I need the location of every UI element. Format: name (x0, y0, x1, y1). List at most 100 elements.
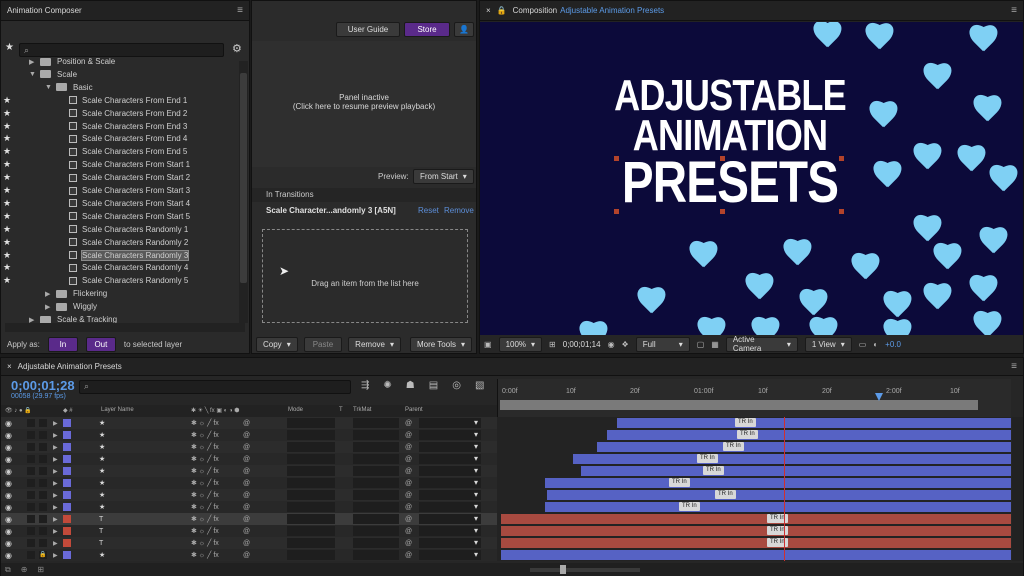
eye-icon[interactable]: ◉ (5, 515, 12, 524)
trkmat-dropdown[interactable] (353, 466, 399, 476)
parent-pickwhip-icon[interactable]: @ (405, 492, 412, 499)
trkmat-dropdown[interactable] (353, 538, 399, 548)
label-color-swatch[interactable] (63, 515, 71, 523)
tree-folder[interactable]: ▼ Basic (1, 81, 241, 94)
tree-preset-item[interactable]: ★ Scale Characters From End 1 (1, 94, 241, 107)
timeline-vscroll[interactable] (1012, 417, 1023, 561)
panel-menu-icon[interactable]: ≡ (1011, 361, 1017, 372)
transition-marker[interactable]: TR In (703, 466, 724, 475)
remove-link[interactable]: Remove (444, 204, 474, 218)
label-color-swatch[interactable] (63, 491, 71, 499)
layer-duration-bar[interactable] (597, 442, 1011, 452)
toggle-switches-icon[interactable]: ⊞ (37, 565, 44, 574)
layer-row[interactable]: ◉ ▶ ★ ✱ ☼ ╱ fx @ @ ▾ (1, 501, 497, 513)
parent-pickwhip-icon[interactable]: @ (405, 516, 412, 523)
solo-box[interactable] (27, 539, 35, 547)
parent-dropdown[interactable]: ▾ (419, 442, 481, 452)
composer-tab[interactable]: Animation Composer ≡ (1, 1, 249, 21)
solo-box[interactable] (27, 443, 35, 451)
layer-switches[interactable]: ✱ ☼ ╱ fx (191, 479, 219, 487)
paste-button[interactable]: Paste (303, 336, 343, 352)
layer-switches[interactable]: ✱ ☼ ╱ fx (191, 503, 219, 511)
tree-preset-item[interactable]: ★ Scale Characters From Start 2 (1, 171, 241, 184)
col-trkmat[interactable]: TrkMat (353, 407, 371, 413)
label-color-swatch[interactable] (63, 455, 71, 463)
layer-search-input[interactable]: ⌕ (79, 380, 351, 394)
parent-dropdown[interactable]: ▾ (419, 466, 481, 476)
tree-preset-item[interactable]: ★ Scale Characters From Start 5 (1, 210, 241, 223)
tree-preset-item[interactable]: ★ Scale Characters Randomly 2 (1, 236, 241, 249)
work-area-bar[interactable] (500, 400, 978, 410)
scrollbar-thumb[interactable] (240, 73, 247, 283)
layer-duration-bar[interactable] (501, 538, 1011, 548)
tree-preset-item[interactable]: ★ Scale Characters From End 5 (1, 145, 241, 158)
eye-icon[interactable]: ◉ (5, 539, 12, 548)
camera-dropdown[interactable]: Active Camera ▾ (725, 335, 798, 353)
eye-icon[interactable]: ◉ (5, 551, 12, 560)
parent-dropdown[interactable]: ▾ (419, 502, 481, 512)
trkmat-dropdown[interactable] (353, 490, 399, 500)
resolution-dropdown[interactable]: Full ▾ (635, 336, 690, 352)
tree-preset-item[interactable]: ★ Scale Characters Randomly 5 (1, 274, 241, 287)
favorite-star-icon[interactable]: ★ (1, 133, 13, 144)
exposure-value[interactable]: +0.0 (885, 340, 901, 349)
applied-transition-row[interactable]: Scale Character...andomly 3 [A5N] Reset … (252, 204, 476, 218)
solo-box[interactable] (27, 431, 35, 439)
label-color-swatch[interactable] (63, 503, 71, 511)
composition-tab[interactable]: × 🔒 Composition Adjustable Animation Pre… (480, 1, 1023, 21)
disclosure-triangle-icon[interactable]: ▶ (29, 58, 37, 66)
reset-link[interactable]: Reset (418, 204, 439, 218)
layer-duration-bar[interactable] (607, 430, 1011, 440)
more-tools-dropdown[interactable]: More Tools ▾ (410, 336, 472, 352)
layer-row[interactable]: ◉ ▶ T ✱ ☼ ╱ fx @ @ ▾ (1, 525, 497, 537)
layer-row[interactable]: ◉ ▶ ★ ✱ ☼ ╱ fx @ @ ▾ (1, 453, 497, 465)
layer-switches[interactable]: ✱ ☼ ╱ fx (191, 443, 219, 451)
parent-pickwhip-icon[interactable]: @ (243, 444, 250, 451)
comp-title-title-line3[interactable]: PRESETS (525, 154, 935, 212)
tree-preset-item[interactable]: ★ Scale Characters From End 4 (1, 132, 241, 145)
lock-box[interactable] (39, 515, 47, 523)
favorite-star-icon[interactable]: ★ (1, 250, 13, 261)
favorite-star-icon[interactable]: ★ (1, 146, 13, 157)
layer-row[interactable]: ◉ ▶ ★ ✱ ☼ ╱ fx @ @ ▾ (1, 441, 497, 453)
copy-dropdown[interactable]: Copy ▾ (256, 336, 298, 352)
time-ruler[interactable]: 0:00f 10f 20f 01:00f 10f 20f 2:00f 10f (497, 379, 1011, 417)
tree-scrollbar[interactable] (239, 61, 248, 323)
favorite-star-icon[interactable]: ★ (1, 185, 13, 196)
tree-hscroll[interactable] (5, 323, 245, 332)
lock-box[interactable]: 🔒 (39, 551, 47, 559)
favorites-star-icon[interactable]: ★ (5, 42, 15, 53)
parent-pickwhip-icon[interactable]: @ (243, 528, 250, 535)
layer-duration-bar[interactable] (501, 526, 1011, 536)
label-color-swatch[interactable] (63, 431, 71, 439)
motion-blur-icon[interactable]: ◎ (452, 380, 461, 391)
user-guide-button[interactable]: User Guide (336, 22, 400, 37)
transform-handle[interactable] (720, 209, 725, 214)
color-channels-icon[interactable]: ❖ (622, 340, 629, 349)
trkmat-dropdown[interactable] (353, 442, 399, 452)
layer-duration-bar[interactable] (547, 490, 1011, 500)
eye-icon[interactable]: ◉ (5, 443, 12, 452)
parent-dropdown[interactable]: ▾ (419, 490, 481, 500)
zoom-slider-thumb[interactable] (560, 564, 567, 574)
trkmat-dropdown[interactable] (353, 502, 399, 512)
frame-blending-icon[interactable]: ▤ (429, 380, 438, 391)
tree-preset-item[interactable]: ★ Scale Characters Randomly 3 (1, 249, 241, 262)
close-icon[interactable]: × (7, 362, 12, 371)
solo-box[interactable] (27, 455, 35, 463)
tree-preset-item[interactable]: ★ Scale Characters From Start 4 (1, 197, 241, 210)
parent-dropdown[interactable]: ▾ (419, 526, 481, 536)
label-color-swatch[interactable] (63, 527, 71, 535)
search-input[interactable]: ⌕ (19, 43, 224, 57)
label-color-swatch[interactable] (63, 551, 71, 559)
transition-marker[interactable]: TR In (723, 442, 744, 451)
parent-pickwhip-icon[interactable]: @ (243, 420, 250, 427)
transform-handle[interactable] (614, 209, 619, 214)
expand-triangle-icon[interactable]: ▶ (53, 468, 58, 475)
parent-pickwhip-icon[interactable]: @ (243, 540, 250, 547)
eye-icon[interactable]: ◉ (5, 503, 12, 512)
favorite-star-icon[interactable]: ★ (1, 121, 13, 132)
composition-viewer[interactable]: ADJUSTABLE ANIMATION PRESETS (480, 22, 1023, 335)
layer-row[interactable]: ◉ ▶ T ✱ ☼ ╱ fx @ @ ▾ (1, 513, 497, 525)
transition-marker[interactable]: TR In (679, 502, 700, 511)
